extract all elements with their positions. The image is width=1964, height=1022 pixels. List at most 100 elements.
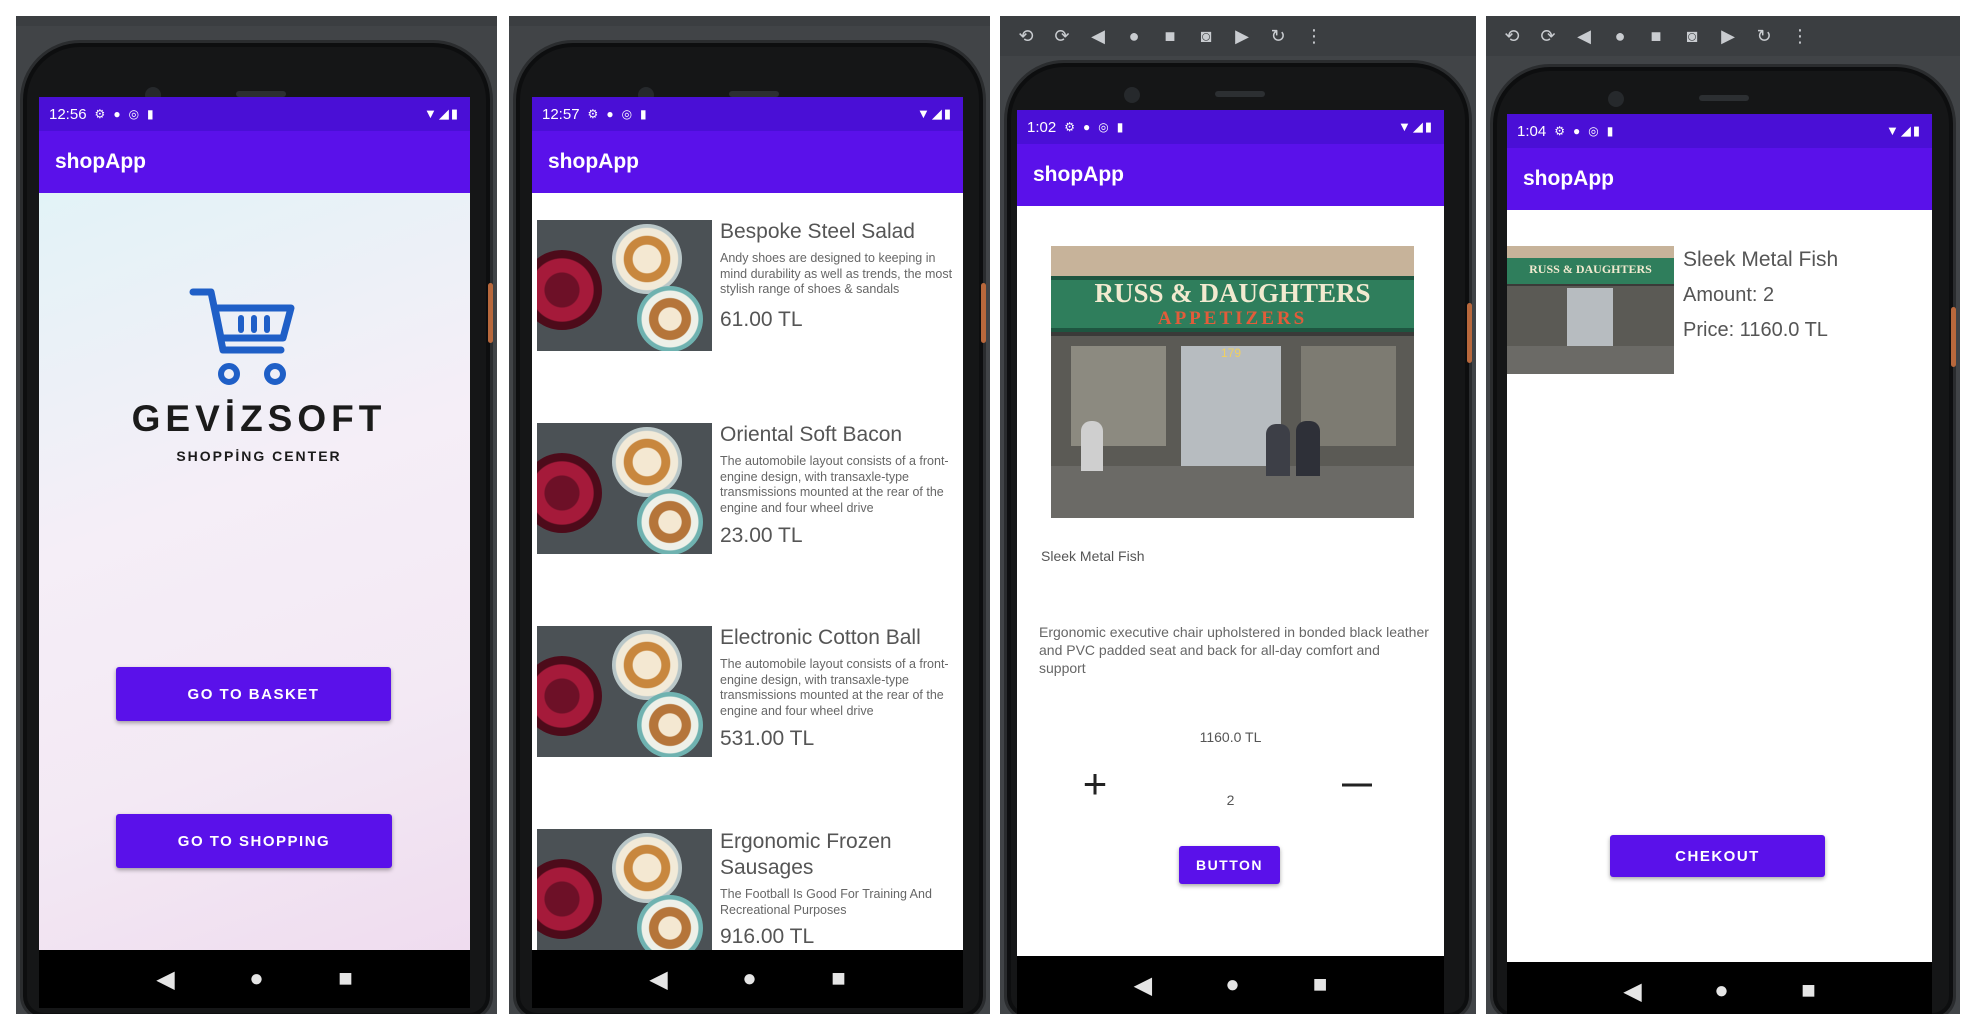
list-item[interactable]: Ergonomic Frozen Sausages The Football I… bbox=[532, 827, 963, 950]
phone-screen: 1:04 ⚙ ● ◎ ▮ ▼◢▮ shopApp RUSS & DAUGHTER… bbox=[1507, 114, 1932, 962]
rotate-left-icon[interactable]: ⟲ bbox=[1014, 26, 1038, 47]
emulator-toolbar bbox=[16, 16, 497, 26]
product-image bbox=[537, 423, 712, 554]
product-image: RUSS & DAUGHTERS APPETIZERS 179 bbox=[1051, 246, 1414, 518]
product-title: Ergonomic Frozen Sausages bbox=[720, 830, 892, 879]
phone-screen: 1:02 ⚙ ● ◎ ▮ ▼◢▮ shopApp RUSS & DAUGHTER… bbox=[1017, 110, 1444, 956]
list-item[interactable]: Electronic Cotton Ball The automobile la… bbox=[532, 624, 963, 784]
product-title: Oriental Soft Bacon bbox=[720, 423, 903, 446]
brand-name: GEVİZSOFT bbox=[131, 398, 387, 439]
product-image bbox=[537, 829, 712, 950]
phone-side-button[interactable] bbox=[488, 283, 493, 343]
nav-home-icon[interactable]: ● bbox=[742, 965, 757, 993]
go-to-basket-button[interactable]: GO TO BASKET bbox=[116, 667, 391, 721]
submit-button[interactable]: BUTTON bbox=[1179, 846, 1280, 884]
product-price: 916.00 TL bbox=[720, 925, 815, 948]
basket-item[interactable]: RUSS & DAUGHTERS Sleek Metal Fish Amount… bbox=[1507, 246, 1932, 376]
product-title: Bespoke Steel Salad bbox=[720, 220, 915, 243]
app-bar: shopApp bbox=[532, 131, 963, 193]
nav-back-icon[interactable]: ◀ bbox=[1623, 977, 1641, 1006]
phone-side-button[interactable] bbox=[1951, 307, 1956, 367]
nav-home-icon[interactable]: ● bbox=[1714, 977, 1729, 1005]
nav-back-icon[interactable]: ◀ bbox=[1134, 971, 1152, 1000]
phone-frame: 12:57 ⚙ ● ◎ ▮ ▼◢▮ shopApp Bespoke Steel … bbox=[513, 40, 986, 1014]
list-item[interactable]: Bespoke Steel Salad Andy shoes are desig… bbox=[532, 218, 963, 378]
camera-icon[interactable]: ◙ bbox=[1680, 26, 1704, 47]
settings-icon: ⚙ bbox=[1064, 120, 1075, 134]
emulator-panel-list: 12:57 ⚙ ● ◎ ▮ ▼◢▮ shopApp Bespoke Steel … bbox=[509, 16, 990, 1014]
emulator-panel-detail: ⟲ ⟳ ◀ ● ■ ◙ ▶ ↻ ⋮ 1:02 ⚙ ● ◎ ▮ ▼◢▮ shopA… bbox=[1000, 16, 1476, 1014]
brand-tagline: SHOPPİNG CENTER bbox=[176, 448, 342, 464]
notification-icon: ● bbox=[1572, 124, 1581, 138]
rotate-right-icon[interactable]: ⟳ bbox=[1536, 26, 1560, 47]
sync-icon: ◎ bbox=[1098, 120, 1109, 134]
rotate-left-icon[interactable]: ⟲ bbox=[1500, 26, 1524, 47]
product-description: The automobile layout consists of a fron… bbox=[720, 454, 949, 515]
replay-icon[interactable]: ↻ bbox=[1752, 26, 1776, 47]
app-bar: shopApp bbox=[39, 131, 470, 193]
store-number: 179 bbox=[1220, 346, 1242, 360]
notification-icon: ● bbox=[113, 107, 121, 121]
back-icon[interactable]: ◀ bbox=[1572, 26, 1596, 47]
minus-button[interactable]: — bbox=[1339, 766, 1375, 802]
status-bar: 1:02 ⚙ ● ◎ ▮ ▼◢▮ bbox=[1017, 110, 1444, 144]
store-sign-line2: APPETIZERS bbox=[1157, 308, 1308, 329]
phone-speaker bbox=[1699, 95, 1749, 101]
system-nav-bar: ◀ ● ■ bbox=[1017, 956, 1444, 1014]
emulator-toolbar: ⟲ ⟳ ◀ ● ■ ◙ ▶ ↻ ⋮ bbox=[1000, 16, 1476, 56]
nav-recents-icon[interactable]: ■ bbox=[831, 965, 846, 993]
notification-icon: ● bbox=[606, 107, 614, 121]
product-title: Electronic Cotton Ball bbox=[720, 626, 921, 649]
phone-frame: 12:56 ⚙ ● ◎ ▮ ▼◢▮ shopApp GEVİZSOFT SHOP… bbox=[20, 40, 493, 1014]
phone-side-button[interactable] bbox=[981, 283, 986, 343]
rotate-right-icon[interactable]: ⟳ bbox=[1050, 26, 1074, 47]
basket-item-amount: Amount: 2 bbox=[1683, 284, 1775, 306]
product-price: 531.00 TL bbox=[720, 727, 815, 750]
overview-icon[interactable]: ■ bbox=[1644, 26, 1668, 47]
product-description: Ergonomic executive chair upholstered in… bbox=[1039, 624, 1429, 676]
nav-recents-icon[interactable]: ■ bbox=[1801, 977, 1816, 1005]
sync-icon: ◎ bbox=[128, 107, 140, 121]
checkout-button[interactable]: CHEKOUT bbox=[1610, 835, 1825, 877]
sd-card-icon: ▮ bbox=[1606, 124, 1614, 138]
phone-frame: 1:04 ⚙ ● ◎ ▮ ▼◢▮ shopApp RUSS & DAUGHTER… bbox=[1490, 64, 1956, 1014]
product-image: RUSS & DAUGHTERS bbox=[1507, 246, 1674, 374]
phone-screen: 12:56 ⚙ ● ◎ ▮ ▼◢▮ shopApp GEVİZSOFT SHOP… bbox=[39, 97, 470, 950]
sync-icon: ◎ bbox=[1588, 124, 1599, 138]
nav-home-icon[interactable]: ● bbox=[249, 965, 264, 993]
replay-icon[interactable]: ↻ bbox=[1266, 26, 1290, 47]
store-sign: RUSS & DAUGHTERS bbox=[1529, 262, 1652, 276]
more-icon[interactable]: ⋮ bbox=[1788, 26, 1812, 47]
system-nav-bar: ◀ ● ■ bbox=[1507, 962, 1932, 1014]
app-title: shopApp bbox=[1033, 163, 1124, 186]
shopping-cart-icon bbox=[189, 288, 295, 385]
product-description: The Football Is Good For Training And Re… bbox=[720, 887, 932, 917]
product-image bbox=[537, 220, 712, 351]
nav-home-icon[interactable]: ● bbox=[1225, 971, 1240, 999]
more-icon[interactable]: ⋮ bbox=[1302, 26, 1326, 47]
video-icon[interactable]: ▶ bbox=[1230, 26, 1254, 47]
back-icon[interactable]: ◀ bbox=[1086, 26, 1110, 47]
nav-recents-icon[interactable]: ■ bbox=[1313, 971, 1328, 999]
nav-back-icon[interactable]: ◀ bbox=[649, 965, 667, 994]
home-icon[interactable]: ● bbox=[1608, 26, 1632, 47]
logo: GEVİZSOFT SHOPPİNG CENTER bbox=[109, 288, 409, 468]
status-bar: 12:57 ⚙ ● ◎ ▮ ▼◢▮ bbox=[532, 97, 963, 131]
nav-recents-icon[interactable]: ■ bbox=[338, 965, 353, 993]
video-icon[interactable]: ▶ bbox=[1716, 26, 1740, 47]
signal-battery-icon: ▼◢▮ bbox=[1397, 119, 1434, 134]
list-item[interactable]: Oriental Soft Bacon The automobile layou… bbox=[532, 421, 963, 581]
go-to-shopping-button[interactable]: GO TO SHOPPING bbox=[116, 814, 392, 868]
nav-back-icon[interactable]: ◀ bbox=[156, 965, 174, 994]
overview-icon[interactable]: ■ bbox=[1158, 26, 1182, 47]
phone-side-button[interactable] bbox=[1467, 303, 1472, 363]
app-bar: shopApp bbox=[1017, 144, 1444, 206]
camera-icon[interactable]: ◙ bbox=[1194, 26, 1218, 47]
sd-card-icon: ▮ bbox=[147, 107, 154, 121]
phone-speaker bbox=[1215, 91, 1265, 97]
home-icon[interactable]: ● bbox=[1122, 26, 1146, 47]
phone-screen: 12:57 ⚙ ● ◎ ▮ ▼◢▮ shopApp Bespoke Steel … bbox=[532, 97, 963, 950]
notification-icon: ● bbox=[1082, 120, 1091, 134]
sd-card-icon: ▮ bbox=[640, 107, 647, 121]
basket-content: RUSS & DAUGHTERS Sleek Metal Fish Amount… bbox=[1507, 210, 1932, 962]
